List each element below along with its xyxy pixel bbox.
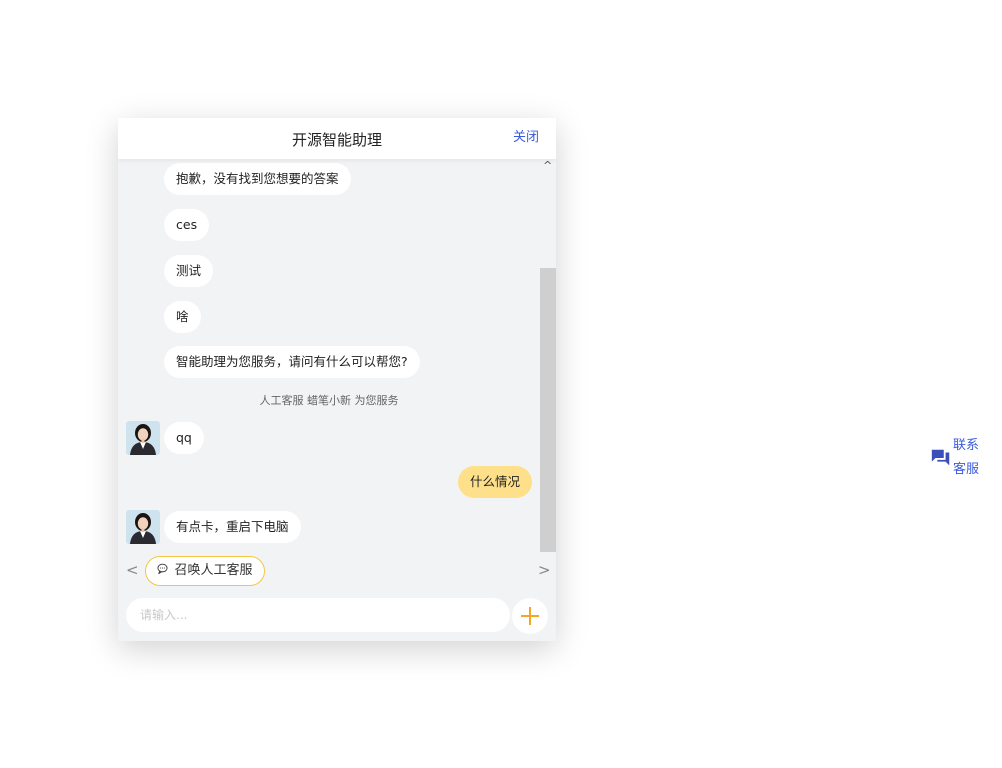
message-input[interactable] [126, 598, 510, 632]
agent-avatar [126, 510, 160, 544]
plus-icon [521, 607, 539, 625]
system-note: 人工客服 蜡笔小新 为您服务 [259, 394, 399, 407]
chat-bubble-icon [157, 563, 172, 577]
message-bubble: 智能助理为您服务，请问有什么可以帮您? [164, 346, 420, 378]
plus-button[interactable] [512, 598, 548, 634]
summon-agent-button[interactable]: 召唤人工客服 [145, 556, 265, 586]
message-bubble: 啥 [164, 301, 201, 333]
message-bubble: 抱歉，没有找到您想要的答案 [164, 163, 351, 195]
message-bubble: 有点卡，重启下电脑 [164, 511, 301, 543]
message-scrollbar[interactable]: ^ [540, 159, 556, 552]
input-row [118, 590, 556, 641]
agent-avatar [126, 421, 160, 455]
forum-icon [930, 447, 952, 473]
chat-header: 开源智能助理 关闭 [118, 118, 556, 159]
contact-label-line1: 联系 [953, 438, 980, 453]
message-list: 抱歉，没有找到您想要的答案 ces 测试 啥 智能助理为您服务，请问有什么可以帮… [118, 159, 540, 552]
quick-reply-label: 召唤人工客服 [174, 563, 253, 578]
close-link[interactable]: 关闭 [513, 126, 539, 145]
user-message-bubble: 什么情况 [457, 466, 532, 498]
chat-window: 开源智能助理 关闭 抱歉，没有找到您想要的答案 ces 测试 啥 智能助理为您服… [118, 118, 556, 641]
quick-reply-bar: < 召唤人工客服 > [118, 552, 556, 590]
scroll-thumb[interactable] [540, 268, 556, 552]
contact-label-line2: 客服 [953, 462, 980, 477]
contact-label: 联系 客服 [953, 434, 985, 482]
chat-title: 开源智能助理 [291, 131, 382, 149]
chevron-right-icon[interactable]: > [538, 561, 551, 579]
message-bubble: ces [164, 209, 210, 241]
contact-support-widget[interactable]: 联系 客服 [928, 434, 988, 482]
chevron-left-icon[interactable]: < [126, 561, 139, 579]
scroll-up-icon[interactable]: ^ [543, 159, 552, 172]
message-bubble: 测试 [164, 255, 214, 287]
message-bubble: qq [164, 422, 204, 454]
